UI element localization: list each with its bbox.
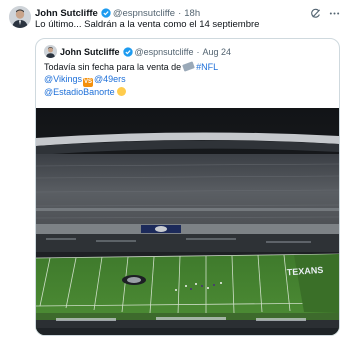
mention-vikings[interactable]: @Vikings (44, 74, 82, 84)
timestamp[interactable]: 18h (184, 8, 200, 19)
author-name[interactable]: John Sutcliffe (35, 8, 98, 19)
author-handle[interactable]: @espnsutcliffe (113, 8, 175, 19)
thinking-face-emoji-icon (116, 86, 126, 96)
tweet-text: Lo último... Saldrán a la venta como el … (35, 19, 260, 30)
quoted-avatar[interactable] (44, 45, 57, 58)
ticket-emoji-icon (182, 61, 195, 72)
separator-dot: · (178, 7, 182, 19)
quoted-text: Todavía sin fecha para la venta de #NFL @… (44, 61, 218, 99)
grok-icon[interactable] (310, 8, 321, 19)
quoted-line-2: @Vikings VS @49ers (44, 74, 218, 87)
verified-badge-icon (101, 8, 111, 18)
quoted-line-1-text: Todavía sin fecha para la venta de (44, 62, 182, 72)
separator-dot: · (196, 47, 200, 57)
quoted-date[interactable]: Aug 24 (203, 47, 232, 57)
stadium-photo[interactable]: TEXANS (36, 108, 339, 335)
quoted-author-handle[interactable]: @espnsutcliffe (135, 47, 194, 57)
vs-emoji-icon: VS (83, 77, 93, 87)
quoted-line-3: @EstadioBanorte (44, 86, 218, 99)
mention-49ers[interactable]: @49ers (94, 74, 126, 84)
avatar[interactable] (9, 6, 31, 28)
tweet-header: John Sutcliffe @espnsutcliffe · 18h (35, 6, 340, 20)
quoted-tweet[interactable]: John Sutcliffe @espnsutcliffe · Aug 24 T… (35, 38, 340, 336)
more-options-icon[interactable] (329, 8, 340, 19)
hashtag-nfl[interactable]: #NFL (196, 62, 218, 72)
quoted-header: John Sutcliffe @espnsutcliffe · Aug 24 (60, 46, 231, 58)
tweet-actions (310, 8, 340, 19)
quoted-line-1: Todavía sin fecha para la venta de #NFL (44, 61, 218, 74)
quoted-author-name[interactable]: John Sutcliffe (60, 47, 120, 57)
verified-badge-icon (122, 47, 133, 57)
mention-estadio-banorte[interactable]: @EstadioBanorte (44, 87, 115, 97)
